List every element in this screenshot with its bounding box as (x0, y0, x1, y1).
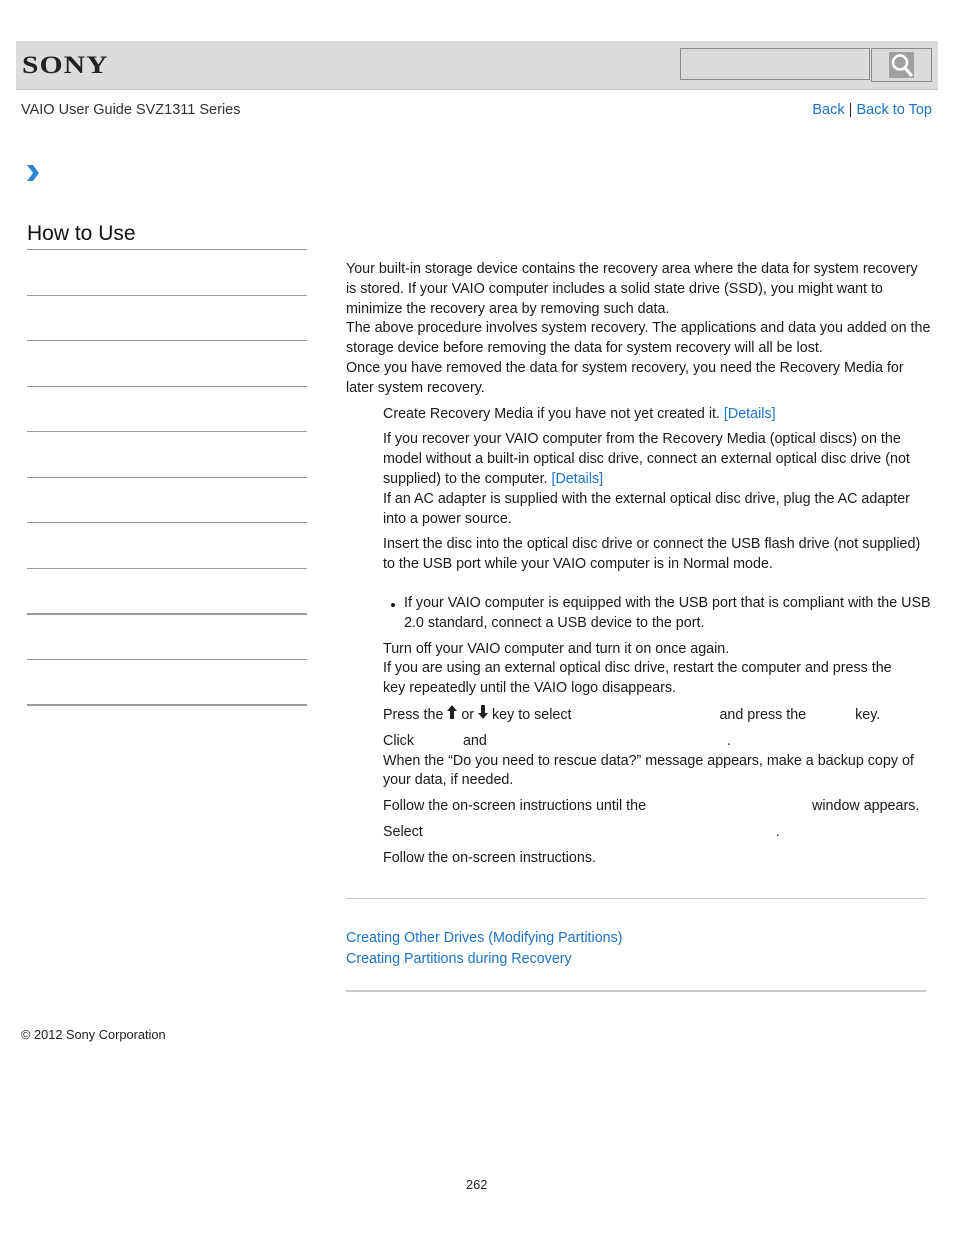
intro-paragraph: Your built-in storage device contains th… (346, 261, 918, 317)
steps-list: Create Recovery Media if you have not ye… (346, 405, 931, 869)
intro-paragraph: The above procedure involves system reco… (346, 320, 931, 357)
step-note: If an AC adapter is supplied with the ex… (383, 490, 910, 527)
down-arrow-icon (478, 704, 489, 721)
section-divider (346, 898, 926, 899)
sidebar-title: How to Use (27, 222, 136, 245)
step-5: Press the or key to select and press the k… (383, 704, 881, 723)
sony-logo[interactable]: SONY (22, 52, 109, 80)
main-content: Your built-in storage device contains th… (346, 260, 931, 869)
section-divider (346, 990, 926, 992)
sidebar-item-4[interactable] (27, 431, 307, 432)
sidebar-item-1[interactable] (27, 295, 307, 296)
nav-separator: | (848, 102, 853, 118)
details-link[interactable]: [Details] (551, 471, 603, 487)
search-input[interactable] (680, 48, 870, 80)
guide-title: VAIO User Guide SVZ1311 Series (21, 102, 241, 118)
step-2: If you recover your VAIO computer from t… (383, 430, 931, 529)
step-note: key repeatedly until the VAIO logo disap… (383, 680, 676, 697)
related-link[interactable]: Creating Other Drives (Modifying Partiti… (346, 928, 623, 949)
page-number: 262 (466, 1177, 488, 1192)
step-note: When the “Do you need to rescue data?” m… (383, 752, 914, 789)
intro-paragraph: Once you have removed the data for syste… (346, 359, 904, 396)
step-1: Create Recovery Media if you have not ye… (383, 405, 776, 422)
copyright: © 2012 Sony Corporation (21, 1027, 166, 1042)
step-6: Click and. When the “Do you need to rescu… (383, 732, 931, 791)
top-nav: Back | Back to Top (812, 102, 932, 118)
sidebar-item-8[interactable] (27, 613, 307, 615)
search-button[interactable] (871, 48, 932, 82)
step-8: Select. (383, 823, 780, 840)
back-link[interactable]: Back (812, 102, 844, 118)
sidebar-item-10[interactable] (27, 704, 307, 706)
step-7: Follow the on-screen instructions until … (383, 798, 920, 815)
sidebar-item-2[interactable] (27, 340, 307, 341)
step-9: Follow the on-screen instructions. (383, 849, 596, 866)
sidebar-item-6[interactable] (27, 522, 307, 523)
step-3: Insert the disc into the optical disc dr… (383, 536, 921, 573)
sidebar-item-7[interactable] (27, 568, 307, 569)
sidebar-divider (27, 249, 307, 250)
chevron-right-icon[interactable] (25, 164, 41, 182)
step-note: If you are using an external optical dis… (383, 660, 892, 677)
back-to-top-link[interactable]: Back to Top (856, 102, 932, 118)
search-icon (889, 52, 914, 78)
up-arrow-icon (447, 704, 458, 721)
bullet-note: If your VAIO computer is equipped with t… (388, 594, 931, 634)
sidebar-item-5[interactable] (27, 477, 307, 478)
step-4: Turn off your VAIO computer and turn it … (383, 640, 931, 699)
details-link[interactable]: [Details] (724, 406, 776, 422)
sidebar-item-3[interactable] (27, 386, 307, 387)
related-link[interactable]: Creating Partitions during Recovery (346, 949, 623, 970)
related-links: Creating Other Drives (Modifying Partiti… (346, 928, 623, 970)
sidebar-item-9[interactable] (27, 659, 307, 660)
